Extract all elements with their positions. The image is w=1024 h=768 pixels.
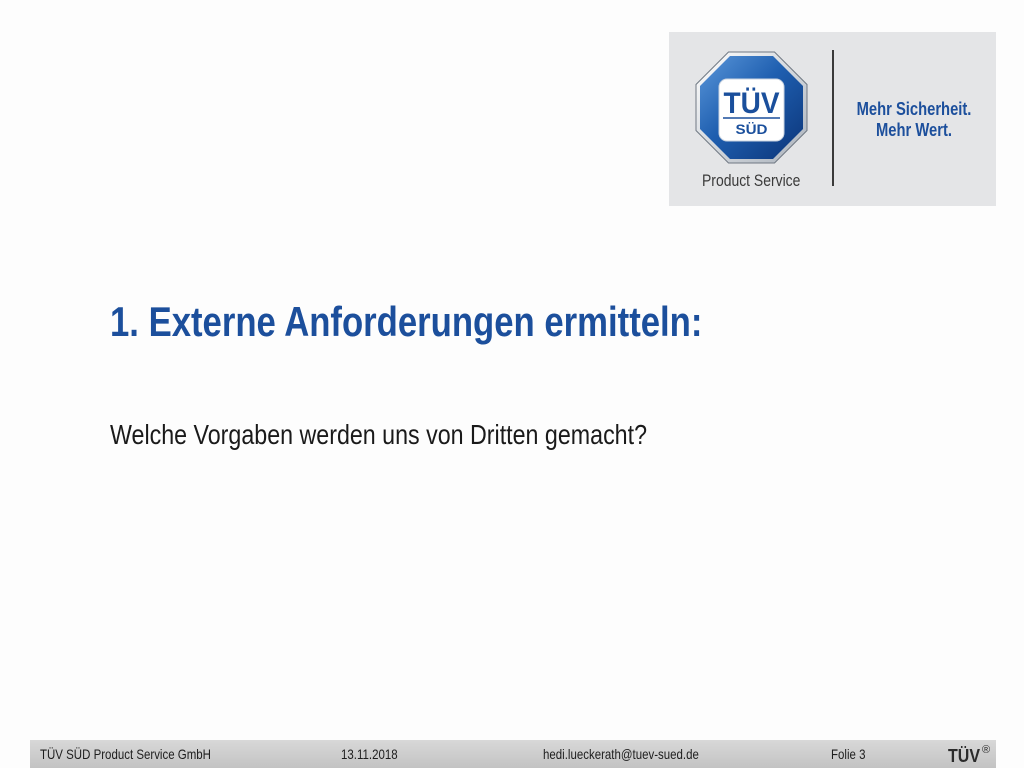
logo-mark-bottom: SÜD (736, 121, 768, 137)
footer-company: TÜV SÜD Product Service GmbH (40, 746, 211, 762)
logo-panel: TÜV SÜD Product Service Mehr Sicherheit.… (669, 32, 996, 206)
footer-logo-text: TÜV (948, 746, 980, 765)
logo-division-label: Product Service (702, 171, 801, 190)
footer-logo-registered-mark: ® (982, 744, 990, 756)
slide-body-text: Welche Vorgaben werden uns von Dritten g… (110, 419, 647, 450)
logo-mark-top: TÜV (724, 87, 780, 120)
logo-claim-line-1: Mehr Sicherheit. (856, 99, 972, 119)
footer-slide-number: Folie 3 (831, 746, 866, 762)
footer-date: 13.11.2018 (341, 746, 398, 762)
slide-title: 1. Externe Anforderungen ermitteln: (110, 298, 703, 345)
tuv-sud-logo: TÜV SÜD (695, 51, 808, 164)
logo-claim-line-2: Mehr Wert. (875, 120, 953, 140)
footer-tuv-logo: TÜV ® (948, 744, 990, 765)
logo-vertical-divider (832, 50, 834, 186)
footer-email: hedi.lueckerath@tuev-sued.de (543, 746, 699, 762)
footer-bar: TÜV SÜD Product Service GmbH 13.11.2018 … (30, 740, 996, 768)
